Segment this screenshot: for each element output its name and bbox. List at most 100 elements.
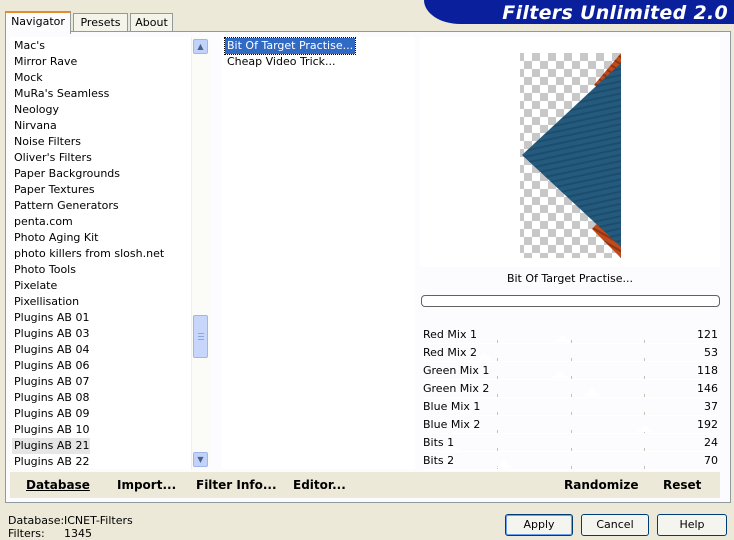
help-button[interactable]: Help xyxy=(657,514,727,536)
scrollbar-thumb[interactable] xyxy=(193,315,208,358)
category-item[interactable]: Mirror Rave xyxy=(14,54,77,70)
slider-row[interactable]: Blue Mix 1 37 xyxy=(420,398,720,416)
app-title: Filters Unlimited 2.0 xyxy=(502,2,728,24)
slider-tick xyxy=(496,358,498,361)
category-item[interactable]: Nirvana xyxy=(14,118,57,134)
filter-item-selected[interactable]: Bit Of Target Practise... xyxy=(223,37,357,55)
slider-label: Green Mix 1 xyxy=(423,364,490,377)
category-item[interactable]: Mac's xyxy=(14,38,45,54)
slider-row[interactable]: Bits 1 24 xyxy=(420,434,720,452)
category-item[interactable]: Photo Aging Kit xyxy=(14,230,98,246)
arrow-down-icon[interactable]: ▼ xyxy=(193,452,208,467)
reset-label: Reset xyxy=(663,478,702,492)
tab-presets[interactable]: Presets xyxy=(73,13,128,32)
slider-value: 70 xyxy=(704,454,718,467)
randomize-label: Randomize xyxy=(564,478,639,492)
tab-about[interactable]: About xyxy=(130,13,173,32)
category-item[interactable]: MuRa's Seamless xyxy=(14,86,109,102)
status-info: Database:ICNET-Filters Filters: 1345 xyxy=(8,514,133,540)
category-item[interactable]: Pixelate xyxy=(14,278,57,294)
slider-thumb[interactable] xyxy=(551,371,568,378)
slider-row[interactable]: Green Mix 1 118 xyxy=(420,362,720,380)
slider-tick xyxy=(570,394,572,397)
slider-thumb[interactable] xyxy=(583,389,600,396)
filter-info-button[interactable]: Filter Info... xyxy=(196,478,277,492)
slider-value: 118 xyxy=(697,364,718,377)
slider-tick xyxy=(570,466,572,469)
slider-tick xyxy=(644,340,646,343)
slider-row[interactable]: Green Mix 2 146 xyxy=(420,380,720,398)
slider-value: 37 xyxy=(704,400,718,413)
slider-thumb[interactable] xyxy=(495,461,512,468)
category-scrollbar[interactable]: ▲ ▼ xyxy=(191,37,209,469)
slider-row[interactable]: Red Mix 2 53 xyxy=(420,344,720,362)
category-item[interactable]: Plugins AB 07 xyxy=(14,374,89,390)
slider-row[interactable]: Red Mix 1 121 xyxy=(420,326,720,344)
slider-label: Blue Mix 1 xyxy=(423,400,481,413)
slider-thumb[interactable] xyxy=(476,353,493,360)
category-item[interactable]: Plugins AB 22 xyxy=(14,454,89,469)
category-item[interactable]: Plugins AB 06 xyxy=(14,358,89,374)
category-item[interactable]: Neology xyxy=(14,102,59,118)
preview-image xyxy=(520,53,621,258)
tab-navigator[interactable]: Navigator xyxy=(5,11,71,34)
slider-label: Bits 2 xyxy=(423,454,455,467)
slider-value: 192 xyxy=(697,418,718,431)
slider-tick xyxy=(496,376,498,379)
slider-tick xyxy=(496,394,498,397)
database-status-label: Database: xyxy=(8,514,65,527)
slider-tick xyxy=(570,430,572,433)
slider-label: Blue Mix 2 xyxy=(423,418,481,431)
import-button[interactable]: Import... xyxy=(117,478,176,492)
randomize-button[interactable]: Randomize xyxy=(564,478,638,492)
category-item[interactable]: Paper Textures xyxy=(14,182,95,198)
category-item[interactable]: Plugins AB 03 xyxy=(14,326,89,342)
slider-tick xyxy=(644,412,646,415)
slider-track[interactable] xyxy=(423,469,718,470)
slider-tick xyxy=(644,394,646,397)
slider-thumb[interactable] xyxy=(554,335,571,342)
apply-button[interactable]: Apply xyxy=(505,514,573,536)
category-item[interactable]: Plugins AB 09 xyxy=(14,406,89,422)
filters-status-label: Filters: xyxy=(8,527,45,540)
app-banner: Filters Unlimited 2.0 xyxy=(424,0,734,24)
slider-tick xyxy=(644,376,646,379)
category-item[interactable]: Plugins AB 21 xyxy=(12,438,90,454)
category-list[interactable]: Mac's Mirror Rave Mock MuRa's Seamless Neolo… xyxy=(10,37,192,469)
editor-label: Editor... xyxy=(293,478,346,492)
category-item[interactable]: Plugins AB 10 xyxy=(14,422,89,438)
slider-label: Red Mix 2 xyxy=(423,346,477,359)
category-item[interactable]: photo killers from slosh.net xyxy=(14,246,164,262)
category-item[interactable]: Plugins AB 08 xyxy=(14,390,89,406)
filter-item[interactable]: Cheap Video Trick... xyxy=(225,54,338,70)
category-item[interactable]: Oliver's Filters xyxy=(14,150,92,166)
grip-line xyxy=(198,333,204,334)
slider-tick xyxy=(570,412,572,415)
slider-row[interactable]: Blue Mix 2 192 xyxy=(420,416,720,434)
category-item[interactable]: penta.com xyxy=(14,214,73,230)
category-item[interactable]: Paper Backgrounds xyxy=(14,166,120,182)
database-button[interactable]: Database xyxy=(26,478,90,492)
slider-row[interactable]: Bits 2 70 xyxy=(420,452,720,470)
slider-tick xyxy=(570,448,572,451)
arrow-up-icon[interactable]: ▲ xyxy=(193,39,208,54)
slider-value: 53 xyxy=(704,346,718,359)
filter-info-label: Filter Info... xyxy=(196,478,277,492)
slider-tick xyxy=(496,412,498,415)
slider-value: 24 xyxy=(704,436,718,449)
category-item[interactable]: Pattern Generators xyxy=(14,198,119,214)
category-item[interactable]: Photo Tools xyxy=(14,262,76,278)
category-item[interactable]: Noise Filters xyxy=(14,134,81,150)
category-item[interactable]: Pixellisation xyxy=(14,294,79,310)
cancel-button[interactable]: Cancel xyxy=(581,514,649,536)
slider-thumb[interactable] xyxy=(637,425,654,432)
editor-button[interactable]: Editor... xyxy=(293,478,346,492)
category-item[interactable]: Plugins AB 04 xyxy=(14,342,89,358)
reset-button[interactable]: Reset xyxy=(663,478,701,492)
slider-tick xyxy=(496,448,498,451)
category-item[interactable]: Plugins AB 01 xyxy=(14,310,89,326)
progress-bar xyxy=(421,295,720,307)
slider-tick xyxy=(570,376,572,379)
category-item[interactable]: Mock xyxy=(14,70,43,86)
filter-list[interactable]: Bit Of Target Practise... Cheap Video Tr… xyxy=(222,37,415,469)
